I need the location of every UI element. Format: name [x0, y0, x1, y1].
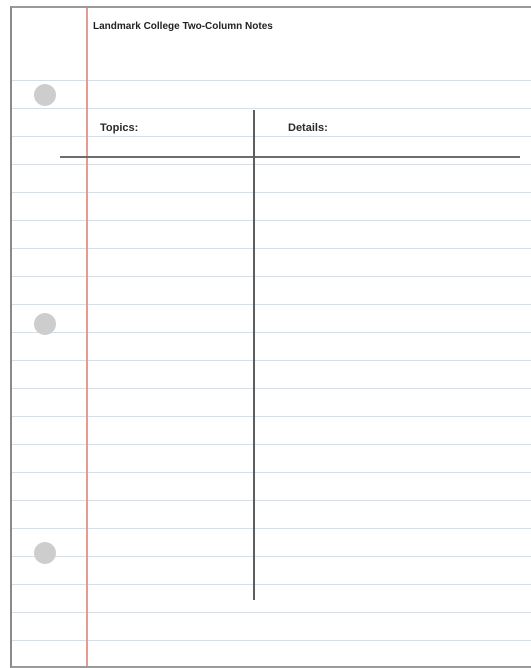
- ruled-line: [12, 528, 531, 529]
- ruled-line: [12, 500, 531, 501]
- ruled-line: [12, 360, 531, 361]
- ruled-line: [12, 80, 531, 81]
- ruled-line: [12, 164, 531, 165]
- note-sheet: Landmark College Two-Column Notes Topics…: [10, 6, 531, 668]
- ruled-line: [12, 640, 531, 641]
- ruled-line: [12, 556, 531, 557]
- ruled-line: [12, 108, 531, 109]
- ruled-line: [12, 416, 531, 417]
- page-title: Landmark College Two-Column Notes: [93, 21, 273, 32]
- header-divider: [60, 156, 520, 158]
- punch-hole: [34, 542, 56, 564]
- red-margin-line: [86, 8, 88, 666]
- punch-hole: [34, 313, 56, 335]
- ruled-line: [12, 304, 531, 305]
- ruled-line: [12, 332, 531, 333]
- ruled-line: [12, 612, 531, 613]
- ruled-line: [12, 220, 531, 221]
- column-divider: [253, 110, 255, 600]
- ruled-line: [12, 388, 531, 389]
- ruled-line: [12, 584, 531, 585]
- ruled-line: [12, 472, 531, 473]
- ruled-line: [12, 136, 531, 137]
- details-heading: Details:: [288, 122, 328, 134]
- punch-hole: [34, 84, 56, 106]
- ruled-line: [12, 444, 531, 445]
- ruled-line: [12, 276, 531, 277]
- ruled-line: [12, 248, 531, 249]
- topics-heading: Topics:: [100, 122, 139, 134]
- ruled-line: [12, 192, 531, 193]
